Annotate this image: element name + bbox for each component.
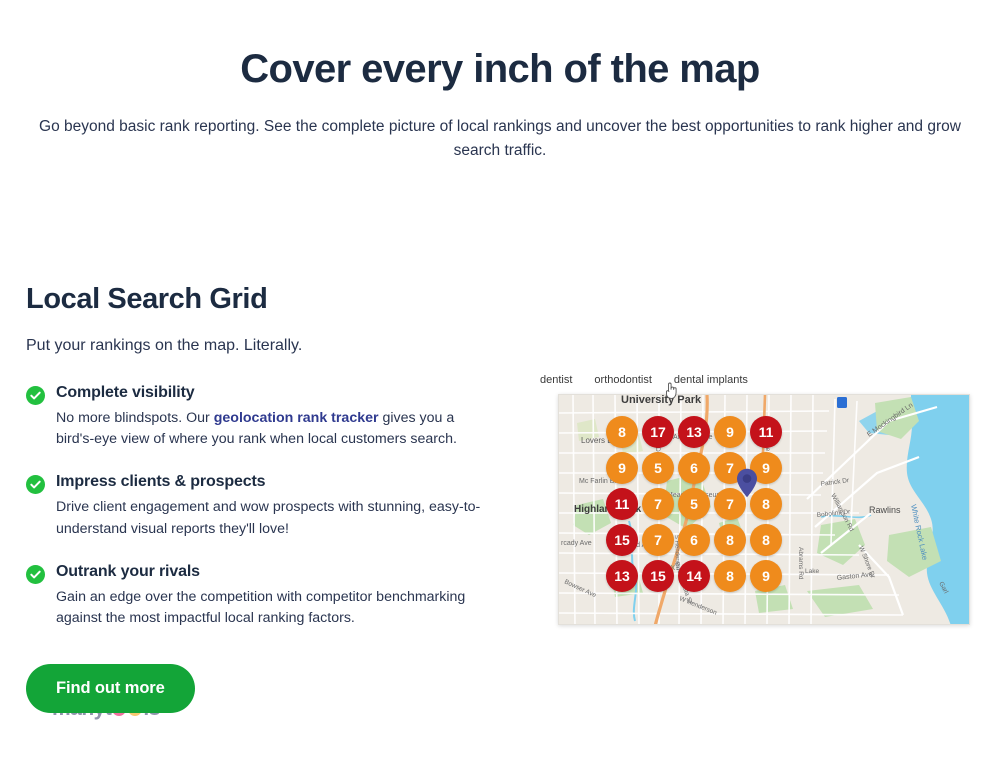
feature-list: Complete visibility No more blindspots. …: [26, 383, 525, 630]
left-column: Local Search Grid Put your rankings on t…: [0, 282, 525, 713]
rank-marker[interactable]: 6: [678, 452, 710, 484]
feature-body: Outrank your rivals Gain an edge over th…: [56, 562, 525, 630]
rank-marker[interactable]: 13: [678, 416, 710, 448]
rank-marker[interactable]: 15: [606, 524, 638, 556]
rank-marker[interactable]: 7: [642, 488, 674, 520]
rank-marker[interactable]: 8: [750, 488, 782, 520]
rank-grid-layer: 8 17 13 9 11 9 5 6 7 9 11 7 5 7 8 15 7 6 8 8 13 15 14 8 9: [559, 395, 969, 624]
feature-body: Impress clients & prospects Drive client…: [56, 472, 525, 540]
feature-description: Drive client engagement and wow prospect…: [56, 499, 481, 537]
feature-item: Impress clients & prospects Drive client…: [26, 472, 525, 540]
hero-section: Cover every inch of the map Go beyond ba…: [0, 0, 1000, 163]
rank-marker[interactable]: 7: [714, 488, 746, 520]
section-subtitle: Put your rankings on the map. Literally.: [26, 336, 303, 354]
rank-marker[interactable]: 5: [642, 452, 674, 484]
keyword-tab-dental-implants[interactable]: dental implants: [674, 374, 748, 386]
keyword-tabs: dentist orthodontist dental implants: [540, 374, 748, 386]
rank-marker[interactable]: 13: [606, 560, 638, 592]
rank-marker[interactable]: 7: [714, 452, 746, 484]
rank-marker[interactable]: 17: [642, 416, 674, 448]
rank-marker[interactable]: 8: [714, 560, 746, 592]
feature-body: Complete visibility No more blindspots. …: [56, 383, 525, 451]
feature-title: Impress clients & prospects: [56, 473, 266, 491]
check-circle-icon: [26, 564, 45, 584]
rank-marker[interactable]: 8: [606, 416, 638, 448]
keyword-tab-dentist[interactable]: dentist: [540, 374, 572, 386]
rank-marker[interactable]: 8: [714, 524, 746, 556]
rank-marker[interactable]: 14: [678, 560, 710, 592]
feature-item: Outrank your rivals Gain an edge over th…: [26, 562, 525, 630]
rank-marker[interactable]: 9: [750, 452, 782, 484]
section-title: Local Search Grid: [26, 283, 268, 315]
rank-marker[interactable]: 11: [606, 488, 638, 520]
rank-marker[interactable]: 8: [750, 524, 782, 556]
rank-marker[interactable]: 5: [678, 488, 710, 520]
local-search-grid-map[interactable]: University ParkLovers LnAmherst AveMc Fa…: [558, 394, 970, 625]
feature-item: Complete visibility No more blindspots. …: [26, 383, 525, 451]
cta-wrapper: Find out more: [26, 663, 525, 713]
hero-subtitle: Go beyond basic rank reporting. See the …: [39, 118, 961, 160]
rank-marker[interactable]: 11: [750, 416, 782, 448]
rank-marker[interactable]: 7: [642, 524, 674, 556]
feature-title: Complete visibility: [56, 383, 195, 401]
page-root: Cover every inch of the map Go beyond ba…: [0, 0, 1000, 757]
find-out-more-button[interactable]: Find out more: [26, 663, 195, 713]
check-circle-icon: [26, 385, 45, 405]
feature-description: No more blindspots. Our geolocation rank…: [56, 408, 486, 451]
rank-marker[interactable]: 6: [678, 524, 710, 556]
rank-marker[interactable]: 9: [750, 560, 782, 592]
keyword-tab-orthodontist[interactable]: orthodontist: [594, 374, 651, 386]
rank-marker[interactable]: 15: [642, 560, 674, 592]
page-title: Cover every inch of the map: [240, 47, 760, 91]
rank-marker[interactable]: 9: [606, 452, 638, 484]
rank-marker[interactable]: 9: [714, 416, 746, 448]
feature-description: Gain an edge over the competition with c…: [56, 588, 466, 627]
feature-desc-before: No more blindspots. Our: [56, 409, 214, 426]
geolocation-rank-tracker-link[interactable]: geolocation rank tracker: [214, 410, 379, 426]
feature-title: Outrank your rivals: [56, 562, 200, 580]
check-circle-icon: [26, 475, 45, 495]
